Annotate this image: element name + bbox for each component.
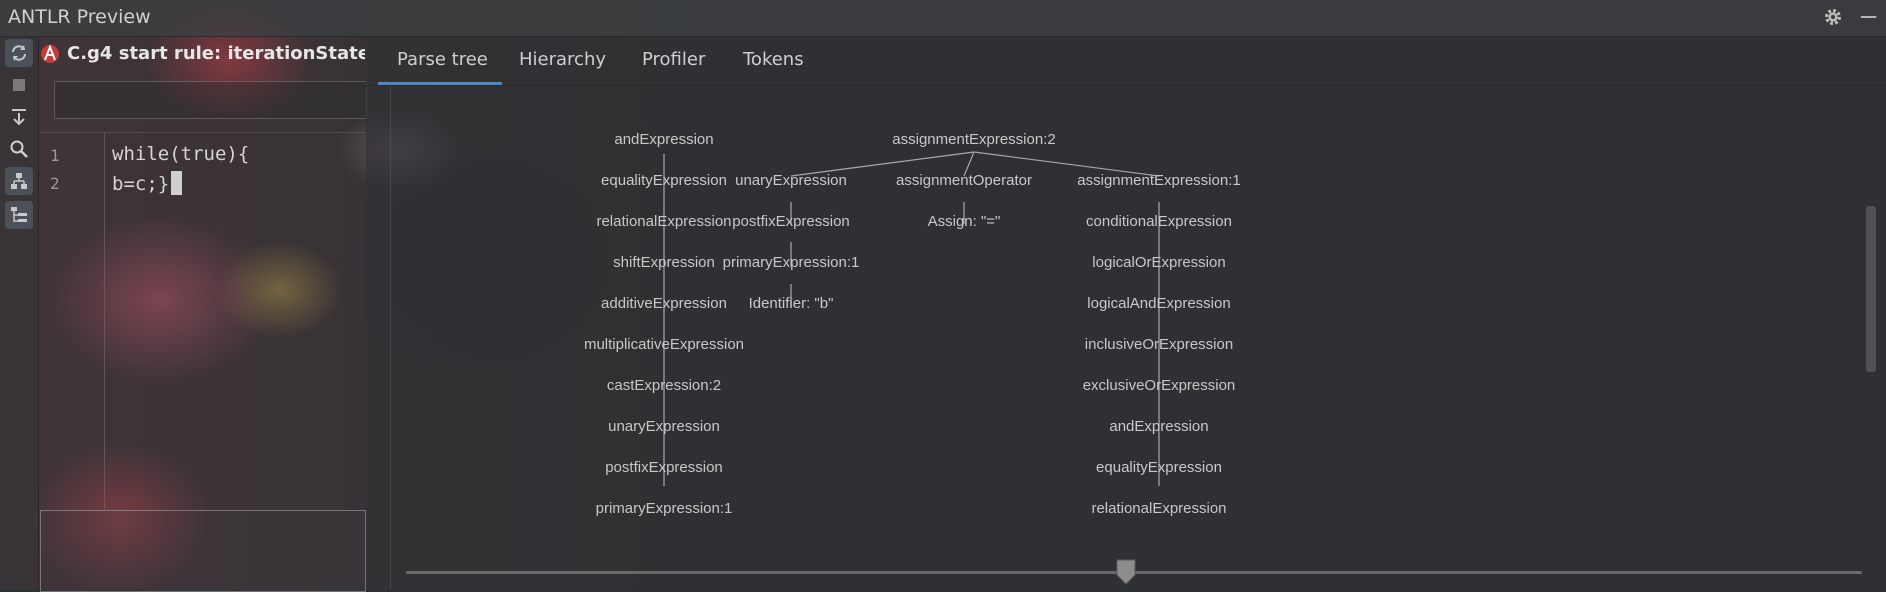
tree-node-token: Assign: "=" (928, 213, 1001, 230)
tree-node: postfixExpression (732, 213, 850, 230)
code-editor[interactable]: 1 2 while(true){ b=c;} (40, 132, 365, 511)
tree-node: assignmentOperator (896, 172, 1032, 189)
preview-panel (40, 510, 366, 592)
rule-header: C.g4 start rule: iterationStatement (40, 37, 365, 73)
export-icon (12, 109, 26, 126)
active-tab-indicator (378, 82, 502, 85)
tree-node: relationalExpression (596, 213, 731, 230)
tree-node: conditionalExpression (1086, 213, 1232, 230)
tree-node: additiveExpression (601, 295, 727, 312)
zoom-slider-thumb[interactable] (1115, 559, 1137, 585)
tree-node: equalityExpression (1096, 459, 1222, 476)
code-line-with-caret[interactable]: b=c;} (112, 171, 183, 195)
tree-node: postfixExpression (605, 459, 723, 476)
tree-node: shiftExpression (613, 254, 715, 271)
code-text: b=c;} (112, 173, 170, 195)
results-area: Parse tree Hierarchy Profiler Tokens and… (366, 37, 1886, 590)
tree-node: andExpression (614, 131, 713, 148)
stop-icon (13, 79, 25, 91)
tree-node: assignmentExpression:1 (1077, 172, 1240, 189)
tab-parse-tree[interactable]: Parse tree (397, 49, 488, 70)
tree-node: logicalOrExpression (1092, 254, 1225, 271)
gear-icon[interactable] (1822, 6, 1844, 28)
tree-node: multiplicativeExpression (584, 336, 744, 353)
tree-node: exclusiveOrExpression (1083, 377, 1236, 394)
tree-view-button[interactable] (5, 167, 33, 195)
tree-node-root: assignmentExpression:2 (892, 131, 1055, 148)
hierarchy-view-button[interactable] (5, 201, 33, 229)
code-line[interactable]: while(true){ (112, 143, 249, 165)
vertical-scrollbar[interactable] (1866, 206, 1876, 372)
tab-bar: Parse tree Hierarchy Profiler Tokens (366, 37, 1886, 86)
tree-icon (11, 173, 27, 189)
refresh-icon (12, 45, 26, 61)
tree-node: inclusiveOrExpression (1085, 336, 1233, 353)
tree-node: primaryExpression:1 (723, 254, 860, 271)
minimize-icon[interactable] (1858, 6, 1880, 28)
tree-node: unaryExpression (608, 418, 720, 435)
tab-tokens[interactable]: Tokens (743, 49, 804, 70)
tree-node: castExpression:2 (607, 377, 721, 394)
text-caret (171, 171, 183, 195)
tree-node: relationalExpression (1091, 500, 1226, 517)
refresh-button[interactable] (5, 39, 33, 67)
tree-node-token: Identifier: "b" (749, 295, 834, 312)
left-toolbar (0, 37, 39, 590)
tree-node: logicalAndExpression (1087, 295, 1230, 312)
line-number: 2 (50, 174, 60, 193)
tree-node: andExpression (1109, 418, 1208, 435)
parse-tree-canvas: andExpression equalityExpression relatio… (584, 131, 1241, 517)
search-button[interactable] (5, 135, 33, 163)
line-number: 1 (50, 146, 60, 165)
tree-node: primaryExpression:1 (596, 500, 733, 517)
parse-tree-panel[interactable]: andExpression equalityExpression relatio… (390, 86, 1879, 590)
input-editor-pane: C.g4 start rule: iterationStatement 1 2 … (40, 37, 367, 592)
title-bar: ANTLR Preview (0, 0, 1886, 37)
start-rule-label: C.g4 start rule: iterationStatement (67, 43, 365, 64)
search-icon (10, 140, 28, 158)
antlr-logo-icon (41, 44, 59, 63)
tab-profiler[interactable]: Profiler (642, 49, 705, 70)
tree-node: unaryExpression (735, 172, 847, 189)
hierarchy-icon (11, 207, 27, 222)
export-button[interactable] (5, 103, 33, 131)
tree-node: equalityExpression (601, 172, 727, 189)
tab-hierarchy[interactable]: Hierarchy (519, 49, 606, 70)
window-title: ANTLR Preview (8, 6, 151, 28)
input-file-field[interactable] (54, 81, 367, 119)
stop-button[interactable] (5, 71, 33, 99)
